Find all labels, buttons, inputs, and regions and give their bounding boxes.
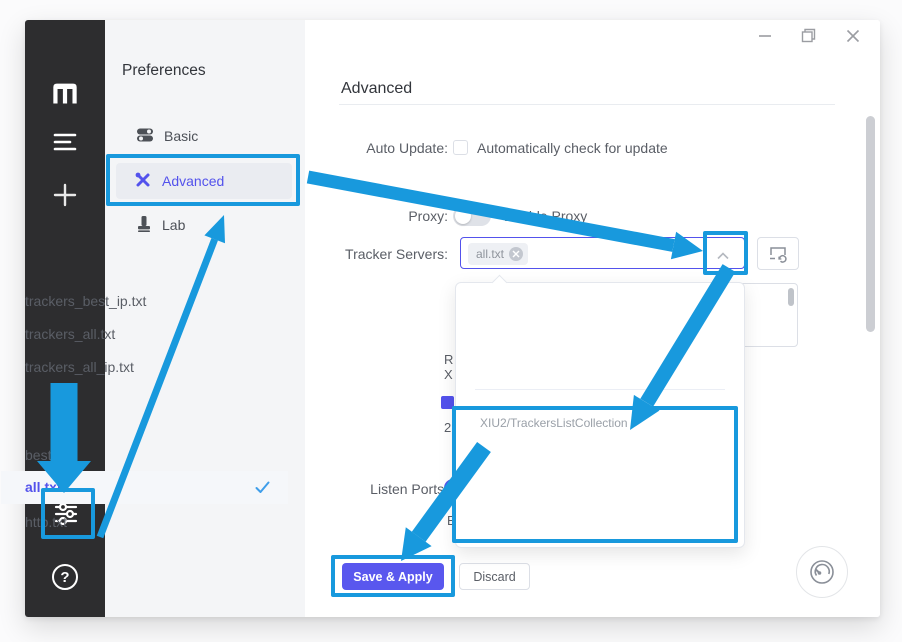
task-list-icon[interactable] bbox=[51, 130, 79, 154]
help-glyph: ? bbox=[52, 564, 78, 590]
help-icon[interactable]: ? bbox=[52, 564, 78, 590]
dropdown-item-label: all.txt bbox=[25, 479, 62, 495]
textarea-scroll-thumb[interactable] bbox=[788, 288, 794, 306]
dropdown-item[interactable]: trackers_all.txt bbox=[1, 318, 288, 351]
save-apply-button[interactable]: Save & Apply bbox=[342, 563, 444, 590]
dropdown-item[interactable]: best.txt bbox=[1, 439, 288, 472]
restore-button[interactable] bbox=[800, 27, 817, 49]
sync-trackers-button[interactable] bbox=[757, 237, 799, 270]
motrix-logo-icon bbox=[50, 78, 80, 108]
add-task-icon[interactable] bbox=[52, 182, 78, 208]
tag-label: all.txt bbox=[476, 247, 504, 261]
dropdown-item-selected[interactable]: all.txt bbox=[1, 471, 288, 504]
screenshot-stage: ? Preferences Basic Advanced Lab Advance… bbox=[0, 0, 902, 642]
obscured-text-fragment: X bbox=[444, 367, 453, 382]
auto-update-checkbox[interactable] bbox=[453, 140, 468, 155]
tracker-servers-label: Tracker Servers: bbox=[288, 246, 448, 262]
chevron-up-icon[interactable] bbox=[716, 248, 730, 266]
nav-item-lab[interactable]: Lab bbox=[118, 207, 294, 243]
page-title: Advanced bbox=[341, 80, 412, 98]
check-icon bbox=[255, 481, 270, 494]
minimize-button[interactable] bbox=[756, 27, 774, 50]
dropdown-item[interactable]: trackers_all_ip.txt bbox=[1, 351, 288, 384]
nav-label: Lab bbox=[162, 217, 185, 233]
nav-label: Advanced bbox=[162, 173, 224, 189]
nav-item-basic[interactable]: Basic bbox=[118, 118, 294, 154]
discard-button[interactable]: Discard bbox=[459, 563, 530, 590]
preferences-title: Preferences bbox=[122, 62, 206, 80]
listen-ports-label: Listen Ports: bbox=[288, 481, 448, 497]
dropdown-item[interactable]: trackers_best_ip.txt bbox=[1, 285, 288, 318]
speed-gauge-button[interactable] bbox=[796, 546, 848, 598]
close-button[interactable] bbox=[844, 27, 862, 50]
tracker-servers-select[interactable]: all.txt bbox=[460, 237, 745, 269]
selected-tag: all.txt bbox=[468, 243, 528, 265]
dropdown-group-label: XIU2/TrackersListCollection bbox=[480, 410, 628, 436]
main-scrollbar-thumb[interactable] bbox=[866, 116, 875, 332]
obscured-text-fragment: R bbox=[444, 352, 453, 367]
title-divider bbox=[339, 104, 835, 105]
auto-update-label: Auto Update: bbox=[288, 140, 448, 156]
dropdown-item[interactable]: http.txt bbox=[1, 506, 288, 539]
lab-stamp-icon bbox=[136, 215, 152, 236]
advanced-tools-icon bbox=[134, 171, 152, 192]
proxy-toggle[interactable] bbox=[453, 206, 491, 226]
basic-toggles-icon bbox=[136, 126, 154, 147]
nav-item-advanced[interactable]: Advanced bbox=[116, 163, 292, 199]
tag-close-icon[interactable] bbox=[509, 247, 523, 261]
nav-label: Basic bbox=[164, 128, 198, 144]
speedometer-icon bbox=[807, 557, 837, 587]
toggle-knob bbox=[455, 208, 471, 224]
obscured-text-fragment: 2 bbox=[444, 420, 451, 435]
obscured-checkbox bbox=[441, 396, 454, 409]
proxy-option[interactable]: Enable Proxy bbox=[504, 208, 587, 224]
auto-update-option[interactable]: Automatically check for update bbox=[477, 140, 668, 156]
dropdown-divider bbox=[475, 389, 725, 390]
proxy-label: Proxy: bbox=[288, 208, 448, 224]
obscured-toggle bbox=[444, 479, 455, 497]
